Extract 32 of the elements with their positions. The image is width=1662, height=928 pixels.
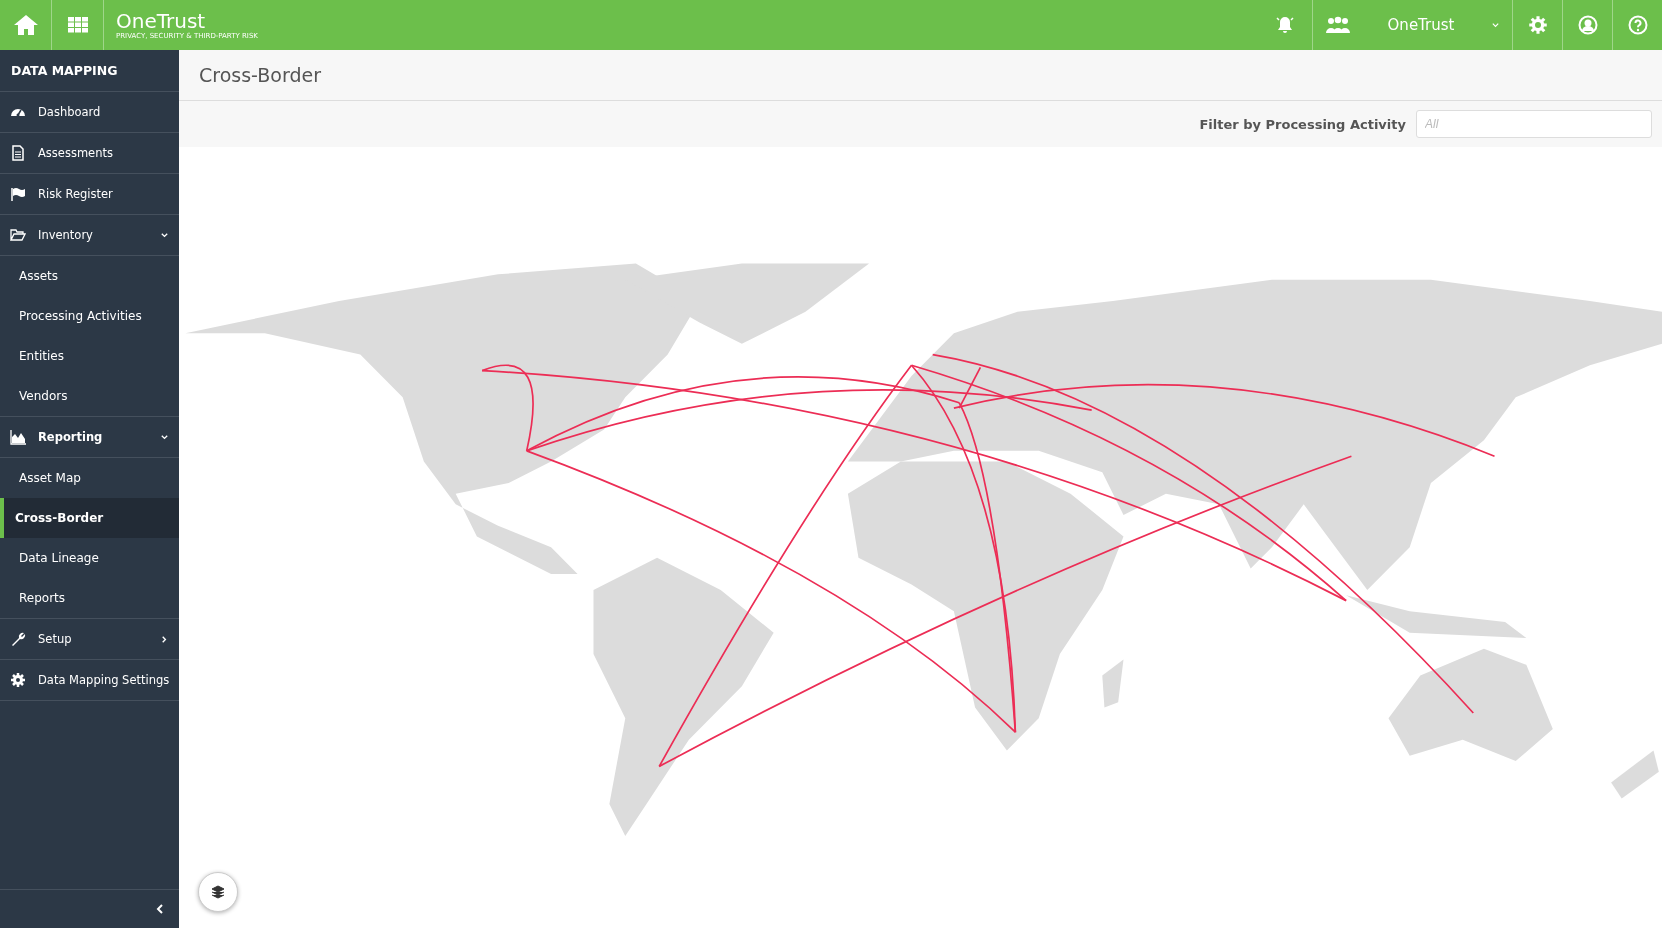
brand-logo: OneTrust — [116, 10, 207, 32]
layers-button[interactable] — [198, 872, 238, 912]
collapse-chevron-icon[interactable] — [155, 903, 165, 915]
chevron-down-icon — [1491, 20, 1500, 30]
users-icon — [1325, 16, 1351, 34]
sidebar-subitem[interactable]: Entities — [0, 336, 179, 376]
sidebar-subitem[interactable]: Vendors — [0, 376, 179, 416]
sidebar-subitem[interactable]: Cross-Border — [0, 498, 179, 538]
sidebar-subitem[interactable]: Assets — [0, 256, 179, 296]
layers-icon — [211, 885, 225, 899]
page-title: Cross-Border — [199, 64, 321, 86]
sidebar-subitem[interactable]: Asset Map — [0, 458, 179, 498]
grid-icon — [67, 17, 88, 33]
flag-icon — [10, 186, 26, 202]
home-icon — [12, 13, 39, 37]
sidebar-subitem[interactable]: Processing Activities — [0, 296, 179, 336]
help-icon — [1627, 15, 1648, 35]
sidebar-subitem[interactable]: Data Lineage — [0, 538, 179, 578]
filter-input[interactable]: All — [1416, 110, 1652, 138]
filter-label: Filter by Processing Activity — [1199, 116, 1406, 132]
chevron-down-icon — [160, 432, 169, 442]
chevron-right-icon — [160, 634, 169, 644]
gear-icon — [10, 672, 26, 688]
area-chart-icon — [10, 429, 26, 445]
chevron-down-icon — [160, 230, 169, 240]
document-icon — [10, 145, 26, 161]
settings-icon — [1527, 15, 1548, 35]
bell-icon[interactable] — [1274, 15, 1296, 35]
user-circle-icon — [1577, 15, 1598, 35]
wrench-icon — [10, 631, 26, 647]
folder-icon — [10, 227, 26, 243]
sidebar-subitem[interactable]: Reports — [0, 578, 179, 618]
